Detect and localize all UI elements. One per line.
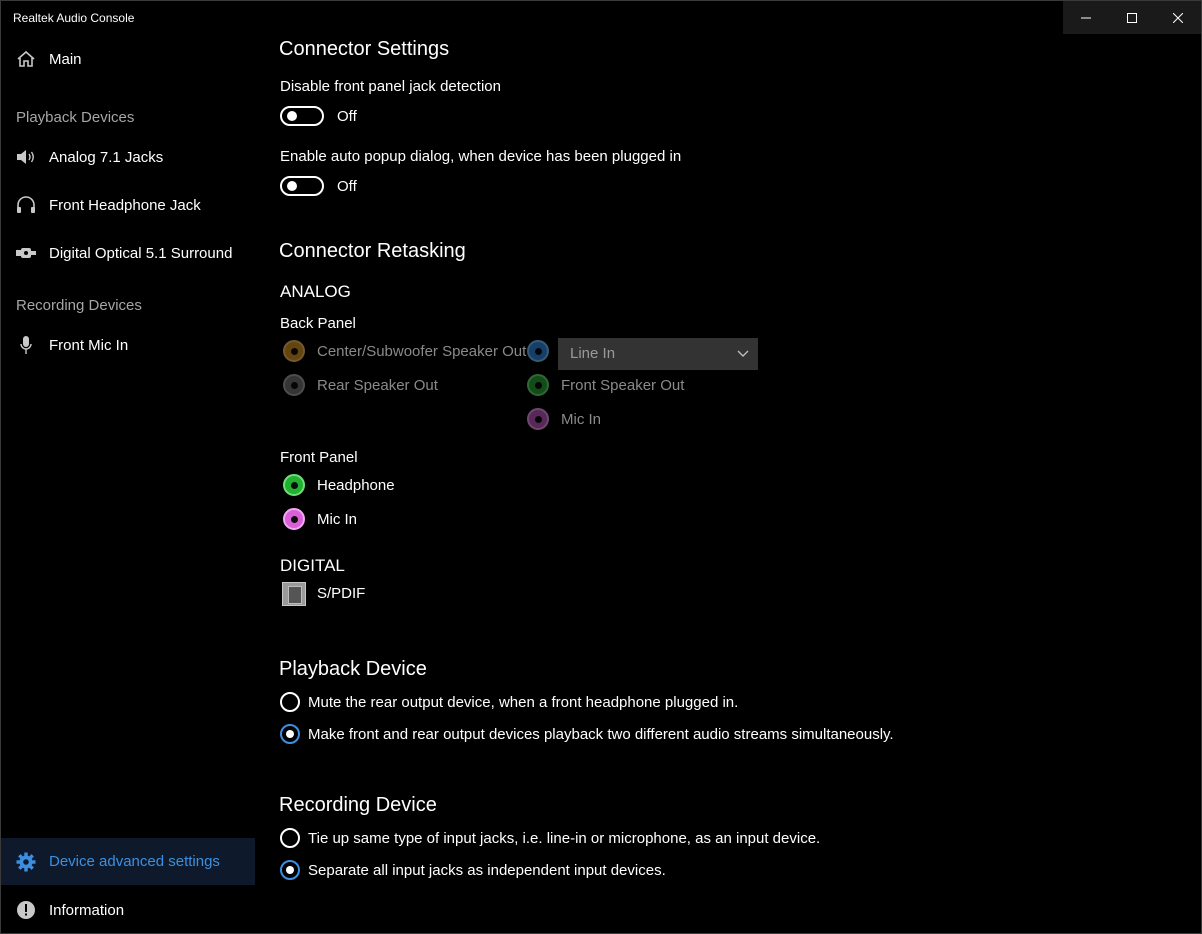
sidebar-item-label: Analog 7.1 Jacks xyxy=(49,148,164,166)
disable-jack-detection-label: Disable front panel jack detection xyxy=(280,78,501,95)
playback-option-mute-rear-label: Mute the rear output device, when a fron… xyxy=(308,694,739,711)
front-panel-label: Front Panel xyxy=(280,449,358,466)
sidebar-item-digital-optical[interactable]: Digital Optical 5.1 Surround xyxy=(1,230,255,276)
connector-retasking-title: Connector Retasking xyxy=(279,240,466,262)
playback-device-title: Playback Device xyxy=(279,658,427,680)
auto-popup-state: Off xyxy=(337,178,357,195)
home-icon xyxy=(16,49,36,69)
line-in-dropdown-value: Line In xyxy=(570,345,616,362)
spdif-icon[interactable] xyxy=(282,582,306,606)
playback-option-mute-rear-radio[interactable] xyxy=(280,692,300,712)
disable-jack-detection-toggle[interactable] xyxy=(280,106,324,126)
jack-front-speaker[interactable] xyxy=(527,374,549,396)
recording-devices-header: Recording Devices xyxy=(16,297,142,314)
playback-option-two-streams-radio[interactable] xyxy=(280,724,300,744)
connector-settings-title: Connector Settings xyxy=(279,38,450,60)
sidebar-item-main[interactable]: Main xyxy=(1,36,255,82)
main-content: Connector Settings Disable front panel j… xyxy=(279,1,1201,933)
sidebar-item-label: Front Headphone Jack xyxy=(49,196,201,214)
chevron-down-icon xyxy=(737,350,749,357)
app-window: Realtek Audio Console Main Playback Devi… xyxy=(0,0,1202,934)
sidebar: Main Playback Devices Analog 7.1 Jacks F… xyxy=(1,34,255,933)
headphone-icon xyxy=(16,195,36,215)
back-panel-label: Back Panel xyxy=(280,315,356,332)
spdif-label: S/PDIF xyxy=(317,585,366,602)
recording-device-title: Recording Device xyxy=(279,794,437,816)
auto-popup-label: Enable auto popup dialog, when device ha… xyxy=(280,148,682,165)
jack-line-in[interactable] xyxy=(527,340,549,362)
jack-headphone[interactable] xyxy=(283,474,305,496)
jack-mic-in-front[interactable] xyxy=(283,508,305,530)
jack-front-speaker-label: Front Speaker Out xyxy=(561,377,685,394)
recording-option-separate-label: Separate all input jacks as independent … xyxy=(308,862,666,879)
app-title: Realtek Audio Console xyxy=(13,11,135,25)
microphone-icon xyxy=(16,335,36,355)
disable-jack-detection-state: Off xyxy=(337,108,357,125)
sidebar-item-label: Information xyxy=(49,901,125,919)
jack-rear-speaker-label: Rear Speaker Out xyxy=(317,377,438,394)
sidebar-item-front-headphone[interactable]: Front Headphone Jack xyxy=(1,182,255,228)
speaker-icon xyxy=(16,147,36,167)
sidebar-item-label: Main xyxy=(49,50,82,68)
jack-center-subwoofer-label: Center/Subwoofer Speaker Out xyxy=(317,343,527,360)
sidebar-item-device-advanced-settings[interactable]: Device advanced settings xyxy=(1,838,255,885)
sidebar-item-front-mic[interactable]: Front Mic In xyxy=(1,322,255,368)
jack-mic-in-back[interactable] xyxy=(527,408,549,430)
recording-option-separate-radio[interactable] xyxy=(280,860,300,880)
line-in-dropdown[interactable]: Line In xyxy=(558,338,758,370)
jack-center-subwoofer[interactable] xyxy=(283,340,305,362)
digital-label: DIGITAL xyxy=(280,556,345,575)
sidebar-item-label: Device advanced settings xyxy=(49,853,220,870)
recording-option-tie-up-radio[interactable] xyxy=(280,828,300,848)
info-icon xyxy=(16,900,36,920)
playback-option-two-streams-label: Make front and rear output devices playb… xyxy=(308,726,894,743)
jack-headphone-label: Headphone xyxy=(317,477,395,494)
optical-icon xyxy=(16,243,36,263)
jack-mic-in-back-label: Mic In xyxy=(561,411,602,428)
jack-mic-in-front-label: Mic In xyxy=(317,511,358,528)
jack-rear-speaker[interactable] xyxy=(283,374,305,396)
sidebar-item-information[interactable]: Information xyxy=(1,887,255,933)
playback-devices-header: Playback Devices xyxy=(16,109,135,126)
gear-icon xyxy=(16,852,36,872)
sidebar-item-label: Front Mic In xyxy=(49,336,129,354)
sidebar-item-analog-jacks[interactable]: Analog 7.1 Jacks xyxy=(1,134,255,180)
recording-option-tie-up-label: Tie up same type of input jacks, i.e. li… xyxy=(308,830,821,847)
auto-popup-toggle[interactable] xyxy=(280,176,324,196)
analog-label: ANALOG xyxy=(280,282,351,301)
sidebar-item-label: Digital Optical 5.1 Surround xyxy=(49,244,233,262)
